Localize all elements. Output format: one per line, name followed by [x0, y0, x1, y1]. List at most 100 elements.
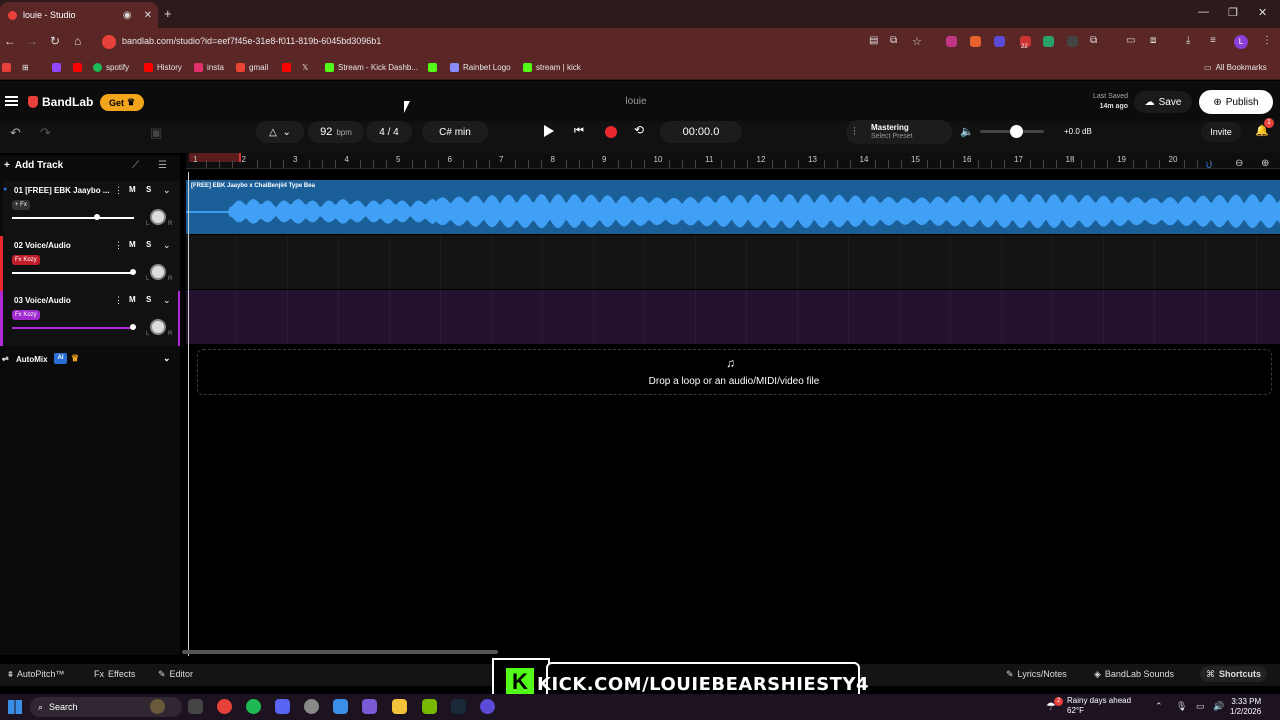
chevron-down-icon[interactable]: ⌄	[163, 353, 171, 364]
copilot-icon[interactable]	[150, 699, 165, 714]
steam-icon[interactable]	[451, 699, 466, 714]
track-name[interactable]: 02 Voice/Audio	[14, 241, 71, 250]
extension-icon[interactable]	[1067, 36, 1078, 47]
layout-icon[interactable]: ▣	[150, 125, 162, 141]
add-fx-button[interactable]: + Fx	[12, 200, 30, 210]
track-header-1[interactable]: ● 01 [FREE] EBK Jaaybo ... ⋮ M S ⌄ + Fx …	[0, 181, 180, 236]
playhead[interactable]	[188, 172, 189, 656]
youtube-icon[interactable]	[282, 63, 291, 72]
track-header-2[interactable]: 02 Voice/Audio ⋮ M S ⌄ Fx Kozy LR	[0, 236, 180, 291]
track-volume-handle[interactable]	[94, 214, 100, 220]
site-info-icon[interactable]	[102, 35, 116, 49]
profile-avatar[interactable]: L	[1234, 35, 1248, 49]
youtube-icon[interactable]	[73, 63, 82, 72]
track-menu-icon[interactable]: ⋮	[114, 295, 123, 306]
forward-icon[interactable]: →	[26, 34, 38, 48]
reader-icon[interactable]: ▤	[869, 35, 878, 46]
extension-icon[interactable]	[970, 36, 981, 47]
settings-icon[interactable]	[333, 699, 348, 714]
pan-knob[interactable]	[150, 319, 166, 335]
microphone-icon[interactable]: 🎙	[1176, 701, 1187, 712]
track-volume-handle[interactable]	[130, 269, 136, 275]
bookmark-insta[interactable]: insta	[194, 63, 224, 72]
menu-icon[interactable]: ⋮	[1262, 35, 1272, 46]
redo-icon[interactable]: ↷	[40, 125, 51, 141]
new-tab-icon[interactable]: +	[164, 6, 172, 21]
solo-button[interactable]: S	[146, 185, 151, 194]
app-icon[interactable]	[304, 699, 319, 714]
record-button[interactable]	[605, 126, 617, 138]
add-track-button[interactable]: + Add Track	[4, 160, 63, 171]
bandlab-logo[interactable]: BandLab	[28, 95, 93, 109]
app-icon[interactable]	[480, 699, 495, 714]
task-view-icon[interactable]	[188, 699, 203, 714]
autopitch-button[interactable]: ⩩ AutoPitch™	[8, 669, 64, 680]
mute-speaker-icon[interactable]: 🔈	[960, 125, 974, 138]
master-volume-handle[interactable]	[1009, 125, 1023, 138]
minimize-icon[interactable]: —	[1198, 6, 1209, 18]
mute-button[interactable]: M	[129, 295, 136, 304]
track-menu-icon[interactable]: ⋮	[114, 185, 123, 196]
bookmark-gmail[interactable]: gmail	[236, 63, 268, 72]
publish-button[interactable]: ⊕ Publish	[1199, 90, 1273, 114]
file-explorer-icon[interactable]	[392, 699, 407, 714]
zoom-out-icon[interactable]: ⊖	[1235, 158, 1243, 169]
bpm-field[interactable]: 92 bpm	[308, 121, 364, 143]
extension-icon[interactable]	[994, 36, 1005, 47]
back-icon[interactable]: ←	[4, 34, 16, 48]
effects-button[interactable]: Fx Effects	[94, 669, 135, 679]
rewind-button[interactable]: ⏮	[574, 125, 584, 138]
bandlab-sounds-button[interactable]: ◈ BandLab Sounds	[1094, 669, 1174, 680]
track-volume-slider[interactable]	[12, 217, 134, 219]
bookmark-spotify[interactable]: spotify	[93, 63, 129, 72]
invite-button[interactable]: Invite	[1201, 122, 1241, 142]
editor-button[interactable]: ✎ Editor	[158, 669, 193, 680]
extensions-puzzle-icon[interactable]: ⧉	[1090, 35, 1097, 46]
snap-magnet-icon[interactable]: ∪	[1205, 158, 1213, 171]
cast-icon[interactable]: ⧉	[890, 35, 897, 46]
hamburger-menu-icon[interactable]	[5, 96, 18, 106]
metronome-button[interactable]: △ ⌄	[256, 121, 304, 143]
key-field[interactable]: C# min	[422, 121, 488, 143]
loop-button[interactable]: ⟲	[634, 123, 644, 137]
reload-icon[interactable]: ↻	[50, 34, 60, 48]
home-icon[interactable]: ⌂	[74, 34, 81, 48]
track-lane-2[interactable]	[186, 235, 1280, 289]
fx-preset-tag[interactable]: Fx Kozy	[12, 255, 40, 265]
time-signature-field[interactable]: 4 / 4	[366, 121, 412, 143]
nvidia-icon[interactable]	[422, 699, 437, 714]
track-volume-slider[interactable]	[12, 272, 134, 274]
url-field[interactable]: bandlab.com/studio?id=eef7f45e-31e8-f011…	[98, 32, 938, 52]
project-title[interactable]: louie	[590, 96, 682, 107]
chevron-up-icon[interactable]: ⌃	[1155, 701, 1163, 712]
chevron-down-icon[interactable]: ⌄	[163, 295, 171, 306]
media-icon[interactable]: ≡	[1210, 35, 1216, 46]
solo-button[interactable]: S	[146, 240, 151, 249]
browser-tab[interactable]: louie - Studio ◉ ✕	[0, 2, 158, 28]
grid-icon[interactable]: ⊞	[22, 63, 29, 72]
track-volume-handle[interactable]	[130, 324, 136, 330]
discord-icon[interactable]	[275, 699, 290, 714]
network-icon[interactable]: ▭	[1196, 701, 1205, 712]
play-button[interactable]	[544, 125, 554, 137]
save-button[interactable]: ☁ Save	[1134, 91, 1192, 113]
mute-button[interactable]: M	[129, 240, 136, 249]
restore-icon[interactable]: ❐	[1228, 6, 1238, 19]
zoom-in-icon[interactable]: ⊕	[1261, 158, 1269, 169]
horizontal-scrollbar[interactable]	[182, 650, 498, 654]
windows-start-icon[interactable]	[8, 700, 22, 714]
mastering-preset-button[interactable]: ⫶ Mastering Select Preset	[846, 120, 952, 144]
weather-widget[interactable]: Rainy days ahead 62°F	[1067, 696, 1131, 716]
kick-icon[interactable]	[428, 63, 437, 72]
close-tab-icon[interactable]: ✕	[144, 10, 152, 21]
spotify-icon[interactable]	[246, 699, 261, 714]
solo-button[interactable]: S	[146, 295, 151, 304]
extension-icon[interactable]	[946, 36, 957, 47]
extension-icon[interactable]	[1043, 36, 1054, 47]
mute-button[interactable]: M	[129, 185, 136, 194]
track-volume-slider[interactable]	[12, 327, 134, 329]
pan-knob[interactable]	[150, 209, 166, 225]
undo-icon[interactable]: ↶	[10, 125, 21, 141]
mixer-icon[interactable]: ☰	[158, 160, 167, 171]
download-icon[interactable]: ⤓	[1186, 35, 1190, 46]
